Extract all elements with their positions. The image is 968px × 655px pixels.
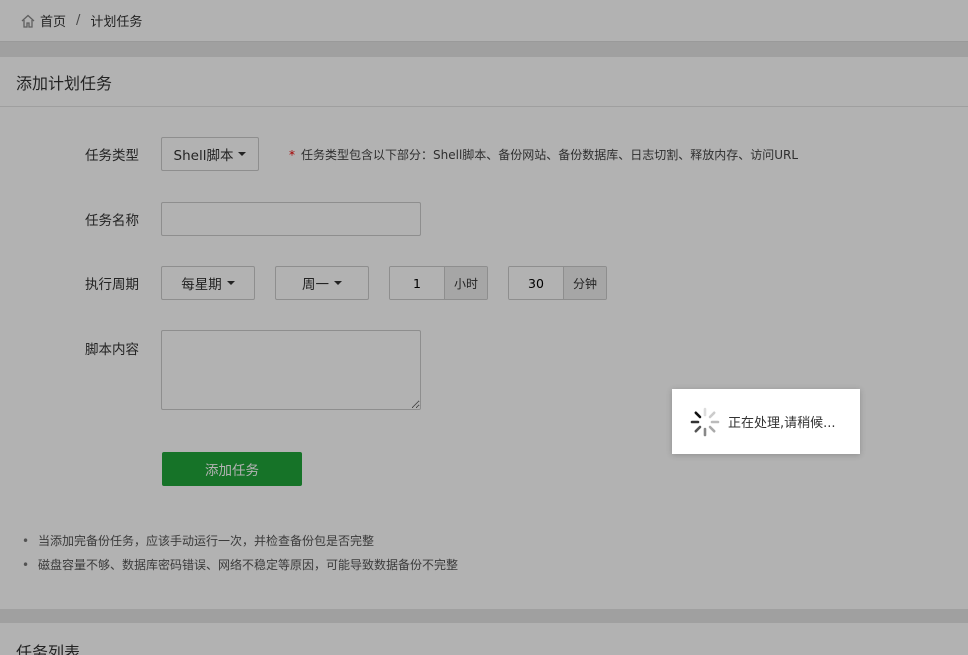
loading-dialog: 正在处理,请稍候... — [672, 389, 860, 454]
loading-spinner-icon — [690, 407, 720, 436]
loading-overlay — [0, 0, 968, 655]
loading-text: 正在处理,请稍候... — [728, 416, 836, 431]
